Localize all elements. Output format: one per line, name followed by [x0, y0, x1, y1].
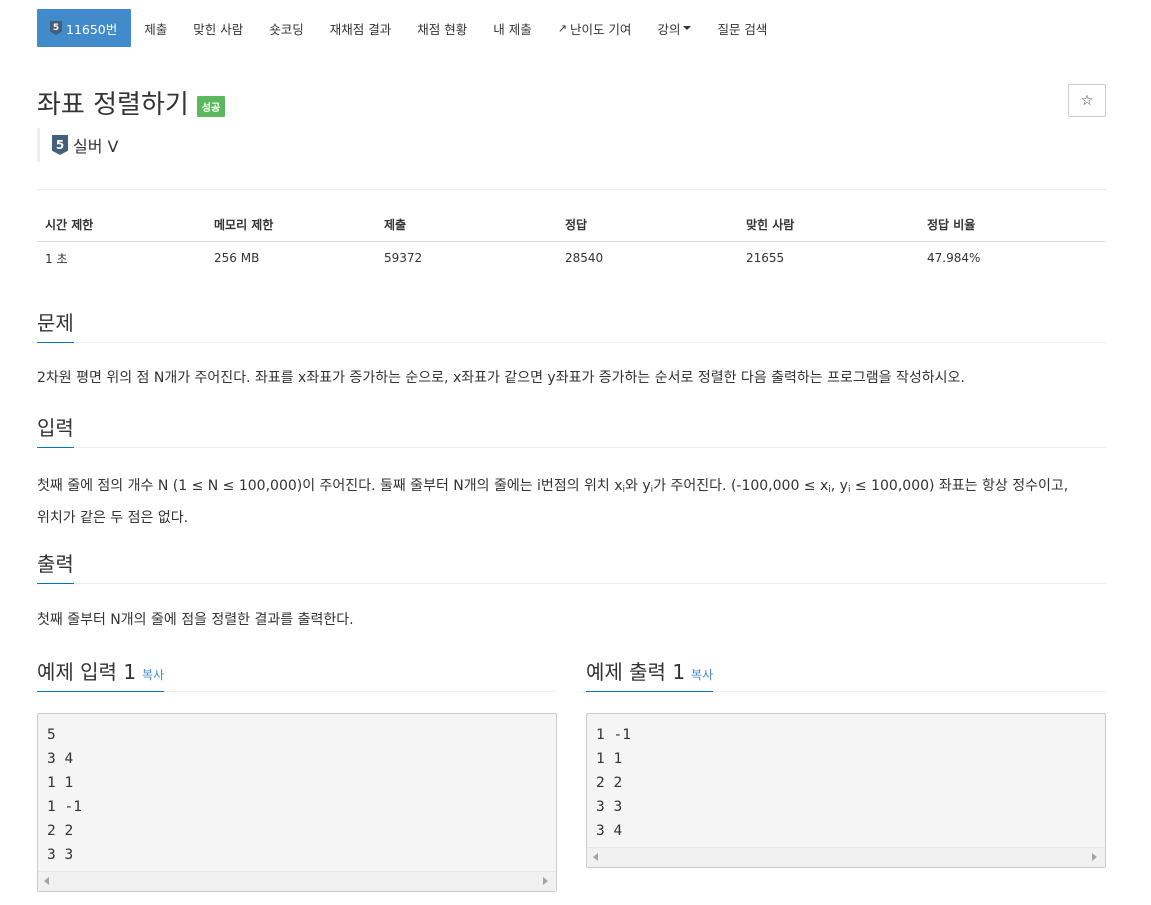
problem-heading: 문제 [37, 307, 74, 343]
cell-accepted: 28540 [565, 251, 604, 265]
header-time-limit: 시간 제한 [37, 208, 206, 242]
nav-rejudge[interactable]: 재채점 결과 [317, 9, 404, 47]
output-section-header: 출력 [37, 548, 1106, 584]
tier-badge-icon: 5 [50, 21, 62, 35]
scroll-left-icon[interactable] [44, 877, 49, 885]
divider [37, 583, 1106, 584]
header-memory-limit: 메모리 제한 [206, 208, 376, 242]
problem-info-table: 시간 제한 메모리 제한 제출 정답 맞힌 사람 정답 비율 1 초 256 M… [37, 208, 1106, 274]
tier-label: 실버 V [73, 137, 119, 156]
header-submissions: 제출 [376, 208, 557, 242]
header-accept-ratio: 정답 비율 [919, 208, 1106, 242]
nav-short-coding-label: 숏코딩 [269, 21, 304, 37]
tier-icon: 5 [52, 135, 68, 155]
nav-problem-id[interactable]: 5 11650번 [37, 9, 132, 47]
header-solved-users: 맞힌 사람 [738, 208, 919, 242]
nav-lectures-dropdown[interactable]: 강의 [644, 9, 704, 47]
sample-output-header: 예제 출력 1 복사 [586, 656, 1106, 692]
input-line-2: 위치가 같은 두 점은 없다. [37, 510, 189, 526]
divider [37, 342, 1106, 343]
table-row: 1 초 256 MB 59372 28540 21655 47.984% [37, 242, 1106, 275]
nav-submit-label: 제출 [144, 21, 168, 37]
scroll-right-icon[interactable] [1092, 853, 1097, 861]
problem-title-row: 좌표 정렬하기 성공 [37, 84, 226, 121]
nav-lectures-label: 강의 [657, 21, 681, 37]
sample-output-code: 1 -1 1 1 2 2 3 3 3 4 [596, 727, 631, 839]
output-description: 첫째 줄부터 N개의 줄에 점을 정렬한 결과를 출력한다. [37, 612, 354, 628]
nav-my-submissions-label: 내 제출 [493, 21, 532, 37]
nav-difficulty-label: 난이도 기여 [569, 21, 632, 37]
input-section-header: 입력 [37, 412, 1106, 448]
sample-output-box[interactable]: 1 -1 1 1 2 2 3 3 3 4 [586, 713, 1106, 868]
problem-description: 2차원 평면 위의 점 N개가 주어진다. 좌표를 x좌표가 증가하는 순으로,… [37, 370, 965, 386]
problem-section-header: 문제 [37, 307, 1106, 343]
page: 5 11650번 제출 맞힌 사람 숏코딩 재채점 결과 채점 현황 내 제출 … [0, 0, 1151, 905]
input-description: 첫째 줄에 점의 개수 N (1 ≤ N ≤ 100,000)이 주어진다. 둘… [37, 472, 1106, 532]
sample-input-box[interactable]: 5 3 4 1 1 1 -1 2 2 3 3 [37, 713, 557, 892]
cell-accept-ratio: 47.984% [927, 251, 981, 265]
nav-status[interactable]: 채점 현황 [404, 9, 480, 47]
scroll-right-icon[interactable] [543, 877, 548, 885]
problem-title: 좌표 정렬하기 [37, 90, 189, 120]
input-text: 와 y [625, 478, 651, 494]
copy-sample-input-button[interactable]: 복사 [142, 668, 164, 682]
cell-time-limit: 1 초 [45, 251, 68, 266]
input-text: 첫째 줄에 점의 개수 N (1 ≤ N ≤ 100,000)이 주어진다. 둘… [37, 478, 623, 494]
input-text: , y [830, 478, 848, 494]
input-text: 가 주어진다. (-100,000 ≤ x [653, 478, 829, 494]
nav-rejudge-label: 재채점 결과 [329, 21, 392, 37]
output-heading: 출력 [37, 548, 74, 584]
input-heading: 입력 [37, 412, 74, 448]
sample-input-heading-group: 예제 입력 1 복사 [37, 656, 165, 692]
horizontal-scrollbar[interactable] [38, 871, 556, 891]
nav-question-search-label: 질문 검색 [717, 21, 768, 37]
sample-input-heading: 예제 입력 1 [37, 660, 137, 684]
status-badge: 성공 [196, 96, 226, 117]
copy-sample-output-button[interactable]: 복사 [691, 668, 713, 682]
header-accepted: 정답 [557, 208, 738, 242]
favorite-star-button[interactable]: ☆ [1068, 84, 1106, 117]
sample-input-header: 예제 입력 1 복사 [37, 656, 557, 692]
nav-status-label: 채점 현황 [417, 21, 468, 37]
scroll-left-icon[interactable] [593, 853, 598, 861]
nav-question-search[interactable]: 질문 검색 [704, 9, 780, 47]
cell-submissions: 59372 [384, 251, 423, 265]
nav-submit[interactable]: 제출 [131, 9, 180, 47]
caret-down-icon [683, 26, 692, 30]
cell-memory-limit: 256 MB [214, 251, 260, 265]
input-text: ≤ 100,000) 좌표는 항상 정수이고, [850, 478, 1069, 494]
table-header-row: 시간 제한 메모리 제한 제출 정답 맞힌 사람 정답 비율 [37, 208, 1106, 242]
nav-short-coding[interactable]: 숏코딩 [256, 9, 317, 47]
sample-output-heading-group: 예제 출력 1 복사 [586, 656, 714, 692]
horizontal-scrollbar[interactable] [587, 847, 1105, 867]
divider [37, 447, 1106, 448]
star-icon: ☆ [1080, 92, 1094, 109]
nav-solved-users[interactable]: 맞힌 사람 [180, 9, 256, 47]
problem-tier: 5 실버 V [37, 128, 118, 162]
sample-input-code: 5 3 4 1 1 1 -1 2 2 3 3 [47, 727, 82, 863]
divider [37, 189, 1106, 190]
nav-solved-users-label: 맞힌 사람 [193, 21, 244, 37]
nav-difficulty[interactable]: ↗ 난이도 기여 [545, 9, 645, 47]
nav-my-submissions[interactable]: 내 제출 [480, 9, 544, 47]
nav-problem-id-label: 11650번 [66, 21, 118, 37]
problem-nav: 5 11650번 제출 맞힌 사람 숏코딩 재채점 결과 채점 현황 내 제출 … [37, 9, 780, 47]
cell-solved-users: 21655 [746, 251, 785, 265]
sample-output-heading: 예제 출력 1 [586, 660, 686, 684]
input-line-1: 첫째 줄에 점의 개수 N (1 ≤ N ≤ 100,000)이 주어진다. 둘… [37, 472, 1106, 504]
external-link-icon: ↗ [557, 21, 567, 35]
